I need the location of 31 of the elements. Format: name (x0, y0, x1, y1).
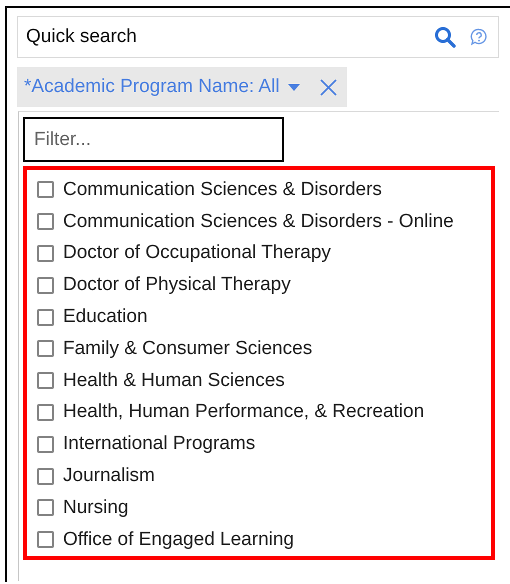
option-label[interactable]: Doctor of Occupational Therapy (63, 242, 331, 264)
checkbox[interactable] (37, 340, 54, 358)
checkbox[interactable] (37, 181, 54, 198)
checkbox[interactable] (37, 244, 54, 262)
option-label[interactable]: International Programs (63, 433, 256, 456)
close-icon[interactable] (320, 78, 337, 96)
checkbox[interactable] (37, 468, 54, 485)
caret-icon[interactable] (288, 84, 300, 90)
search-icon[interactable] (434, 26, 456, 48)
checkbox[interactable] (37, 276, 54, 294)
filter-field[interactable]: Filter... (23, 117, 284, 162)
option-label[interactable]: Communication Sciences & Disorders (63, 178, 382, 201)
option-label[interactable]: Journalism (63, 465, 155, 488)
option-label[interactable]: Doctor of Physical Therapy (63, 274, 291, 296)
checkbox[interactable] (37, 404, 54, 421)
search-bar[interactable]: Quick search (17, 16, 499, 58)
option-label[interactable]: Education (63, 306, 148, 328)
search-field[interactable]: Quick search (24, 25, 420, 49)
checkbox[interactable] (37, 372, 54, 390)
option-label[interactable]: Office of Engaged Learning (63, 528, 294, 551)
checkbox[interactable] (37, 436, 54, 453)
checkbox[interactable] (37, 499, 54, 516)
option-label[interactable]: Nursing (63, 496, 128, 519)
help-icon[interactable] (470, 28, 488, 46)
option-label[interactable]: Communication Sciences & Disorders - Online (63, 210, 454, 233)
checkbox[interactable] (37, 308, 54, 326)
option-label[interactable]: Health & Human Sciences (63, 370, 285, 392)
checkbox[interactable] (37, 213, 54, 230)
option-label[interactable]: Health, Human Performance, & Recreation (63, 401, 424, 424)
checkbox[interactable] (37, 531, 54, 548)
option-label[interactable]: Family & Consumer Sciences (63, 338, 312, 360)
